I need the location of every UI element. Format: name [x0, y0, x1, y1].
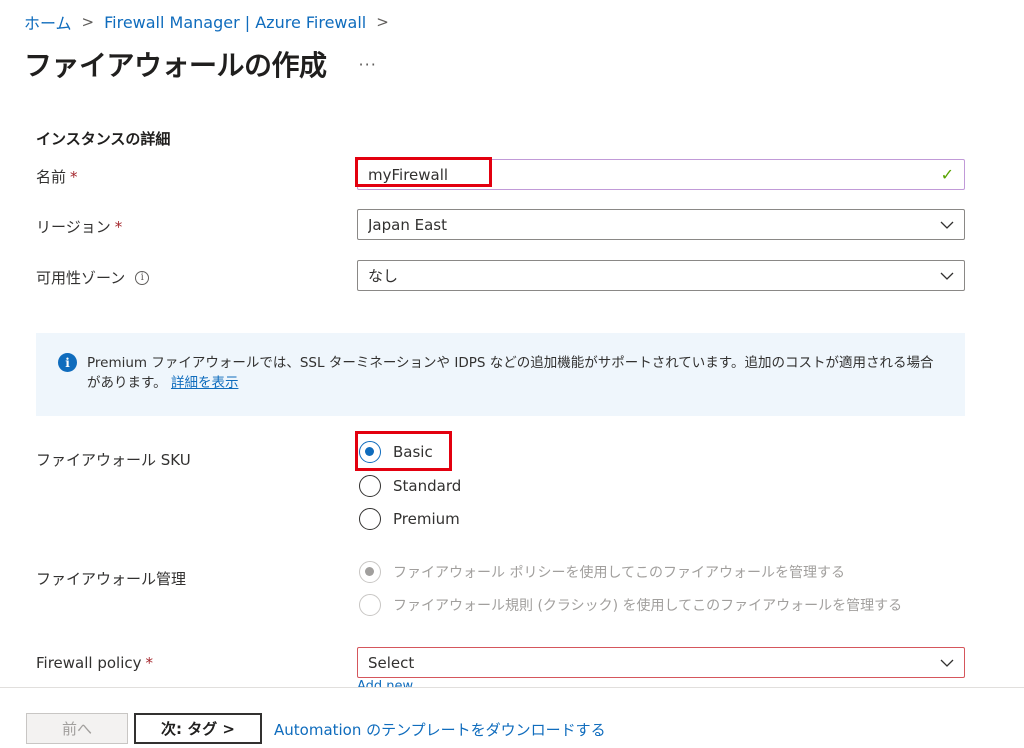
radio-button-checked: [359, 561, 381, 583]
name-field[interactable]: myFirewall ✓: [357, 159, 965, 190]
region-label-text: リージョン: [36, 218, 111, 236]
zone-select[interactable]: なし: [357, 260, 965, 291]
firewall-policy-select[interactable]: Select: [357, 647, 965, 678]
info-banner-message: Premium ファイアウォールでは、SSL ターミネーションや IDPS など…: [87, 353, 945, 393]
name-label: 名前 *: [36, 166, 78, 187]
footer-bar: 前へ 次: タグ > Automation のテンプレートをダウンロードする: [0, 687, 1024, 748]
sku-option-label: Premium: [393, 510, 460, 528]
breadcrumb: ホーム > Firewall Manager | Azure Firewall …: [24, 10, 399, 34]
more-options-button[interactable]: ···: [359, 55, 377, 74]
sku-option-label: Standard: [393, 477, 462, 495]
next-tags-button[interactable]: 次: タグ >: [134, 713, 262, 744]
policy-label: Firewall policy *: [36, 654, 153, 672]
title-row: ファイアウォールの作成 ···: [24, 44, 377, 84]
chevron-down-icon: [940, 659, 954, 667]
download-template-link[interactable]: Automation のテンプレートをダウンロードする: [274, 719, 606, 740]
radio-button[interactable]: [359, 475, 381, 497]
region-select-value: Japan East: [368, 215, 447, 234]
learn-more-link[interactable]: 詳細を表示: [171, 375, 239, 391]
required-marker: *: [145, 654, 154, 672]
sku-option-premium[interactable]: Premium: [359, 508, 460, 530]
section-heading-instance: インスタンスの詳細: [36, 130, 171, 148]
sku-option-basic[interactable]: Basic: [359, 441, 433, 463]
required-marker: *: [70, 167, 78, 186]
info-icon: i: [58, 353, 77, 372]
previous-button[interactable]: 前へ: [26, 713, 128, 744]
name-field-value: myFirewall: [368, 165, 449, 184]
management-option-classic: ファイアウォール規則 (クラシック) を使用してこのファイアウォールを管理する: [359, 594, 902, 616]
chevron-right-icon: >: [376, 13, 389, 31]
breadcrumb-home-link[interactable]: ホーム: [24, 10, 72, 34]
radio-button: [359, 594, 381, 616]
add-new-policy-link[interactable]: Add new: [357, 680, 413, 687]
chevron-down-icon: [940, 272, 954, 280]
radio-button[interactable]: [359, 508, 381, 530]
zone-label-text: 可用性ゾーン: [36, 269, 126, 287]
management-option-label: ファイアウォール規則 (クラシック) を使用してこのファイアウォールを管理する: [393, 598, 903, 614]
sku-option-label: Basic: [393, 443, 433, 461]
chevron-down-icon: [940, 221, 954, 229]
sku-option-standard[interactable]: Standard: [359, 475, 461, 497]
zone-label: 可用性ゾーン i: [36, 267, 150, 288]
policy-label-text: Firewall policy: [36, 654, 142, 672]
required-marker: *: [114, 217, 123, 236]
region-label: リージョン *: [36, 216, 122, 237]
management-option-label: ファイアウォール ポリシーを使用してこのファイアウォールを管理する: [393, 565, 846, 581]
management-label: ファイアウォール管理: [36, 570, 187, 588]
chevron-right-icon: >: [81, 13, 95, 31]
management-option-policy: ファイアウォール ポリシーを使用してこのファイアウォールを管理する: [359, 561, 845, 583]
radio-button-checked[interactable]: [359, 441, 381, 463]
name-label-text: 名前: [36, 168, 67, 186]
region-select[interactable]: Japan East: [357, 209, 965, 240]
breadcrumb-parent-link[interactable]: Firewall Manager | Azure Firewall: [104, 13, 366, 32]
page-title: ファイアウォールの作成: [24, 49, 327, 82]
sku-label: ファイアウォール SKU: [36, 451, 191, 469]
zone-select-value: なし: [368, 267, 399, 285]
info-icon[interactable]: i: [135, 270, 150, 285]
policy-select-value: Select: [368, 653, 415, 672]
info-banner: i Premium ファイアウォールでは、SSL ターミネーションや IDPS …: [36, 333, 965, 416]
checkmark-icon: ✓: [940, 165, 954, 184]
